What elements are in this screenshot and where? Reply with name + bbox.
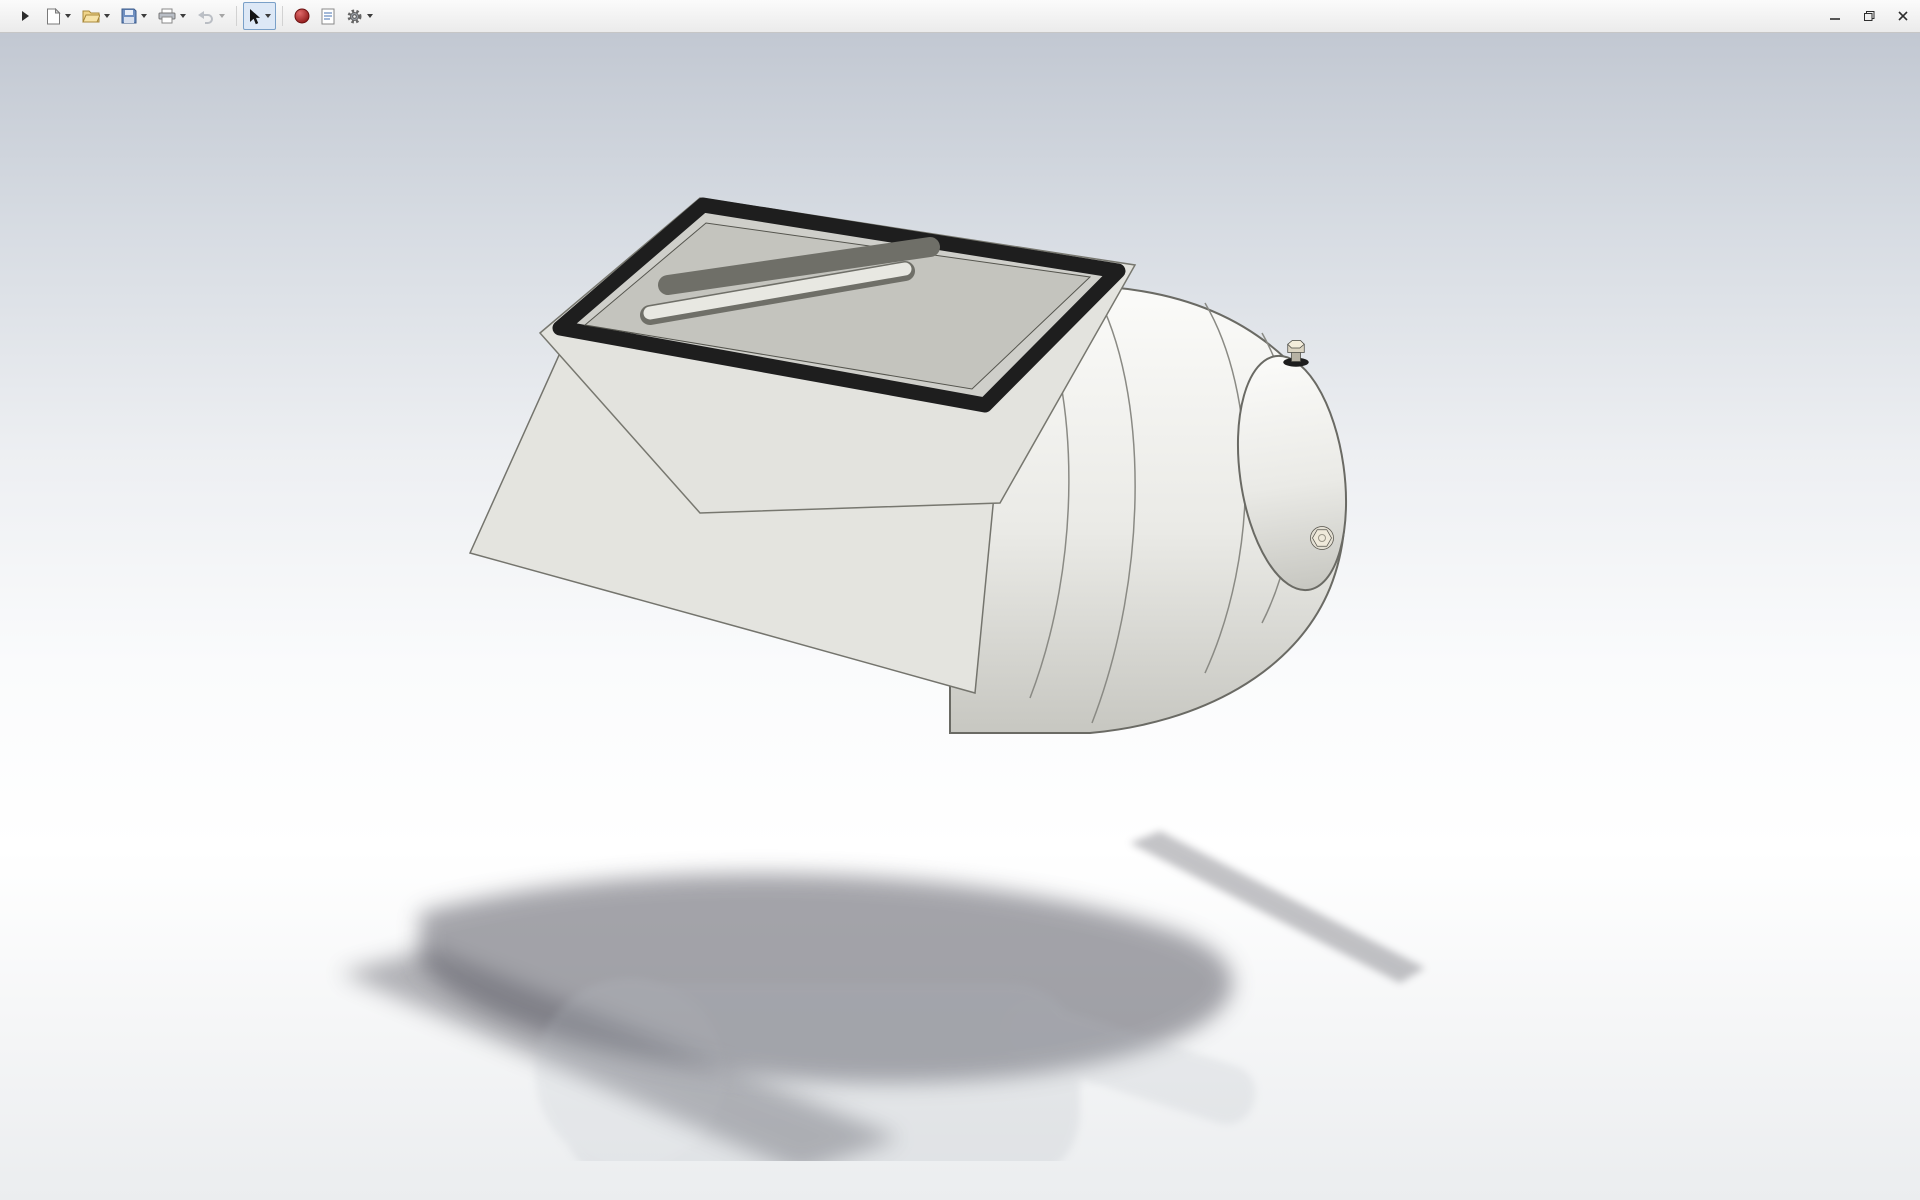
- options-button[interactable]: [341, 2, 378, 30]
- file-properties-icon: [321, 8, 335, 24]
- menu-flyout-arrow-icon[interactable]: [22, 11, 29, 21]
- print-button[interactable]: [153, 2, 191, 30]
- close-icon: [1898, 11, 1908, 21]
- open-folder-icon: [82, 10, 100, 23]
- dropdown-caret-icon[interactable]: [65, 14, 71, 18]
- floor-shadow: [340, 831, 1425, 1161]
- select-arrow-icon: [250, 8, 260, 24]
- select-tool-button[interactable]: [243, 2, 276, 30]
- window-controls: [1784, 0, 1920, 32]
- restore-icon: [1863, 11, 1874, 21]
- print-icon: [158, 8, 176, 24]
- new-document-button[interactable]: [41, 2, 76, 30]
- graphics-viewport[interactable]: [0, 33, 1920, 1200]
- dropdown-caret-icon[interactable]: [141, 14, 147, 18]
- undo-button[interactable]: [192, 2, 230, 30]
- gearbox-3d-model[interactable]: [0, 33, 1920, 1161]
- dropdown-caret-icon[interactable]: [367, 14, 373, 18]
- undo-icon: [198, 10, 213, 24]
- rebuild-icon: [294, 8, 310, 24]
- dropdown-caret-icon[interactable]: [219, 14, 225, 18]
- close-button[interactable]: [1886, 0, 1920, 32]
- options-gear-icon: [347, 9, 362, 23]
- rebuild-button[interactable]: [289, 2, 315, 30]
- new-document-icon: [47, 7, 61, 24]
- minimize-icon: [1830, 18, 1840, 20]
- help-button[interactable]: [1784, 0, 1818, 32]
- quick-access-toolbar: [41, 2, 378, 30]
- save-button[interactable]: [116, 2, 152, 30]
- file-properties-button[interactable]: [316, 2, 340, 30]
- toolbar-separator: [282, 6, 283, 26]
- dropdown-caret-icon[interactable]: [104, 14, 110, 18]
- open-button[interactable]: [77, 2, 115, 30]
- dropdown-caret-icon[interactable]: [265, 14, 271, 18]
- solidworks-window: [0, 0, 1920, 1200]
- title-bar: [0, 0, 1920, 33]
- dropdown-caret-icon[interactable]: [180, 14, 186, 18]
- restore-button[interactable]: [1852, 0, 1886, 32]
- save-floppy-icon: [121, 8, 137, 24]
- toolbar-separator: [236, 6, 237, 26]
- minimize-button[interactable]: [1818, 0, 1852, 32]
